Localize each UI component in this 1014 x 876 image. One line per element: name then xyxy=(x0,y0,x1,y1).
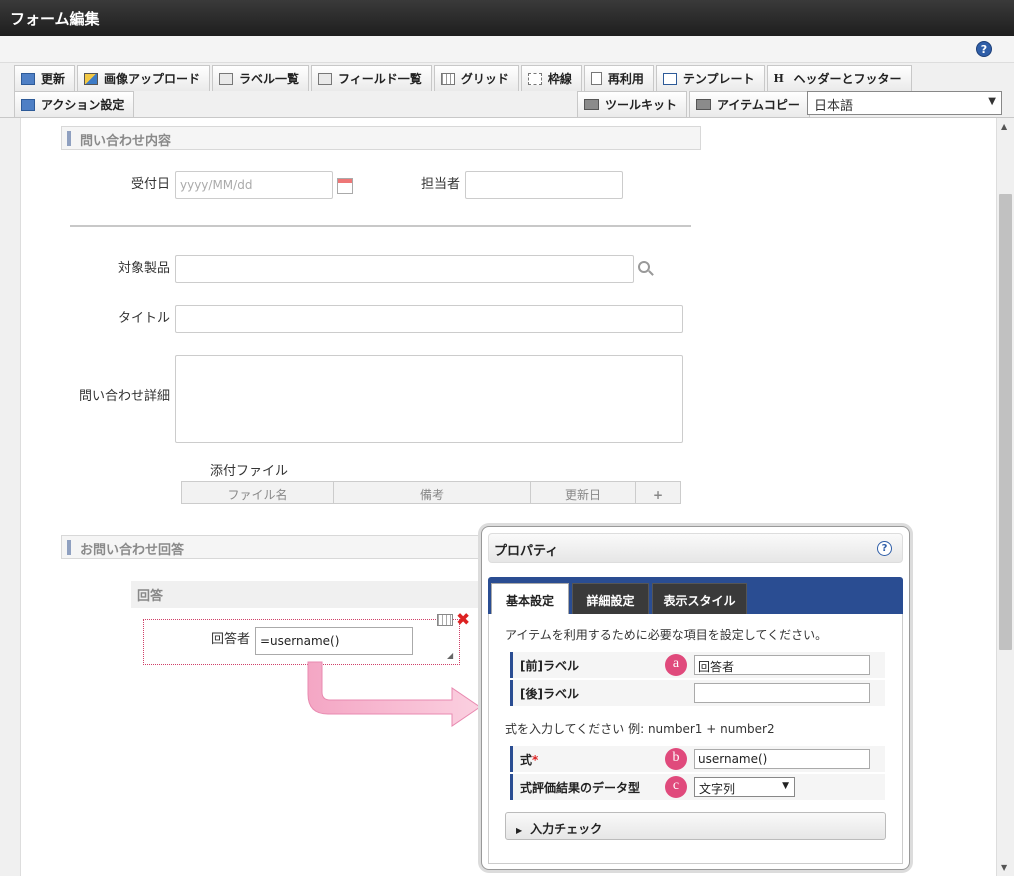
responder-input[interactable]: =username() xyxy=(255,627,413,655)
chevron-down-icon: ▼ xyxy=(782,781,789,791)
scrollbar-thumb[interactable] xyxy=(999,194,1012,650)
answer-group-header[interactable]: 回答 xyxy=(131,581,481,608)
add-file-button[interactable]: + xyxy=(636,482,680,503)
properties-tabs: 基本設定 詳細設定 表示スタイル xyxy=(488,577,903,614)
properties-description: アイテムを利用するために必要な項目を設定してください。 xyxy=(505,628,828,642)
label-list-button[interactable]: ラベル一覧 xyxy=(212,65,310,91)
toolbar-row-2: アクション設定 xyxy=(14,91,136,117)
input-check-accordion[interactable]: ▶ 入力チェック xyxy=(505,812,886,840)
header-footer-icon: H xyxy=(773,71,784,85)
properties-header: プロパティ ? xyxy=(488,533,903,563)
grid-icon-small[interactable] xyxy=(437,614,453,626)
properties-title: プロパティ xyxy=(494,544,559,559)
image-upload-icon xyxy=(84,72,99,85)
result-type-row: 式評価結果のデータ型 c 文字列 ▼ xyxy=(510,774,885,800)
title-label: タイトル xyxy=(117,311,170,326)
back-label-row: [後]ラベル xyxy=(510,680,885,706)
search-icon[interactable] xyxy=(638,261,650,273)
field-list-icon xyxy=(318,72,333,85)
action-settings-icon xyxy=(21,98,35,111)
toolkit-icon xyxy=(584,99,599,110)
front-label-row: [前]ラベル a 回答者 xyxy=(510,652,885,678)
tab-detail-settings[interactable]: 詳細設定 xyxy=(572,583,649,614)
grid-icon xyxy=(440,72,455,85)
help-icon[interactable]: ? xyxy=(976,41,992,57)
front-label-caption: [前]ラベル xyxy=(510,652,670,678)
border-button[interactable]: 枠線 xyxy=(520,65,582,91)
badge-a: a xyxy=(665,654,687,676)
result-type-select[interactable]: 文字列 ▼ xyxy=(694,777,795,797)
person-in-charge-input[interactable] xyxy=(465,171,623,199)
back-label-input[interactable] xyxy=(694,683,870,703)
target-product-label: 対象製品 xyxy=(117,261,170,276)
border-icon xyxy=(527,72,542,85)
scroll-down-icon[interactable]: ▼ xyxy=(1001,863,1007,872)
vertical-scrollbar[interactable]: ▲ ▼ xyxy=(996,118,1014,876)
formula-input[interactable]: username() xyxy=(694,749,870,769)
details-textarea[interactable] xyxy=(175,355,683,443)
image-upload-button[interactable]: 画像アップロード xyxy=(77,65,211,91)
language-select[interactable]: 日本語 ▼ xyxy=(807,91,1002,115)
back-label-caption: [後]ラベル xyxy=(510,680,670,706)
chevron-right-icon: ▶ xyxy=(516,826,523,835)
template-button[interactable]: テンプレート xyxy=(655,65,765,91)
field-list-button[interactable]: フィールド一覧 xyxy=(311,65,432,91)
section-inquiry-content[interactable]: 問い合わせ内容 xyxy=(61,126,701,150)
left-gutter xyxy=(0,118,20,876)
scroll-up-icon[interactable]: ▲ xyxy=(1001,122,1007,131)
toolbar-right: ツールキット アイテムコピー xyxy=(577,91,812,117)
received-date-label: 受付日 xyxy=(130,177,170,192)
template-icon xyxy=(662,72,677,85)
badge-b: b xyxy=(665,748,687,770)
tab-display-style[interactable]: 表示スタイル xyxy=(652,583,747,614)
resize-handle-icon[interactable]: ◢ xyxy=(447,651,453,660)
tab-basic-settings[interactable]: 基本設定 xyxy=(491,583,569,614)
reuse-button[interactable]: 再利用 xyxy=(583,65,654,91)
item-copy-icon xyxy=(696,99,712,110)
chevron-down-icon: ▼ xyxy=(988,96,996,107)
details-label: 問い合わせ詳細 xyxy=(78,389,170,404)
formula-row: 式* b username() xyxy=(510,746,885,772)
divider xyxy=(70,225,691,227)
item-copy-button[interactable]: アイテムコピー xyxy=(689,91,810,117)
close-icon[interactable]: ✖ xyxy=(456,610,470,630)
attachment-table-header: ファイル名 備考 更新日 + xyxy=(181,481,681,504)
column-notes: 備考 xyxy=(334,482,531,503)
front-label-input[interactable]: 回答者 xyxy=(694,655,870,675)
person-in-charge-label: 担当者 xyxy=(420,177,460,192)
attachment-label: 添付ファイル xyxy=(210,464,289,479)
help-bar: ? xyxy=(0,36,1014,63)
responder-label: 回答者 xyxy=(210,632,250,647)
update-icon xyxy=(21,72,35,85)
reuse-icon xyxy=(590,72,602,85)
target-product-input[interactable] xyxy=(175,255,634,283)
arrow-icon xyxy=(307,661,481,727)
properties-panel: プロパティ ? 基本設定 詳細設定 表示スタイル アイテムを利用するために必要な… xyxy=(481,526,910,870)
column-updated-date: 更新日 xyxy=(531,482,636,503)
column-file-name: ファイル名 xyxy=(182,482,334,503)
received-date-input[interactable]: yyyy/MM/dd xyxy=(175,171,333,199)
formula-hint: 式を入力してください 例: number1 + number2 xyxy=(505,722,775,736)
update-button[interactable]: 更新 xyxy=(14,65,76,91)
label-list-icon xyxy=(219,72,234,85)
toolbar-row-1: 更新 画像アップロード ラベル一覧 フィールド一覧 グリッド 枠線 再利用 テン… xyxy=(14,65,914,91)
calendar-icon[interactable] xyxy=(337,178,353,194)
action-settings-button[interactable]: アクション設定 xyxy=(14,91,135,117)
toolkit-button[interactable]: ツールキット xyxy=(577,91,688,117)
badge-c: c xyxy=(665,776,687,798)
section-inquiry-answer[interactable]: お問い合わせ回答 xyxy=(61,535,491,559)
window-title: フォーム編集 xyxy=(0,0,1014,36)
formula-caption: 式* xyxy=(510,746,670,772)
grid-button[interactable]: グリッド xyxy=(433,65,519,91)
properties-help-icon[interactable]: ? xyxy=(877,541,892,556)
required-mark: * xyxy=(532,753,539,767)
title-input[interactable] xyxy=(175,305,683,333)
header-footer-button[interactable]: H ヘッダーとフッター xyxy=(766,65,912,91)
result-type-caption: 式評価結果のデータ型 xyxy=(510,774,670,800)
